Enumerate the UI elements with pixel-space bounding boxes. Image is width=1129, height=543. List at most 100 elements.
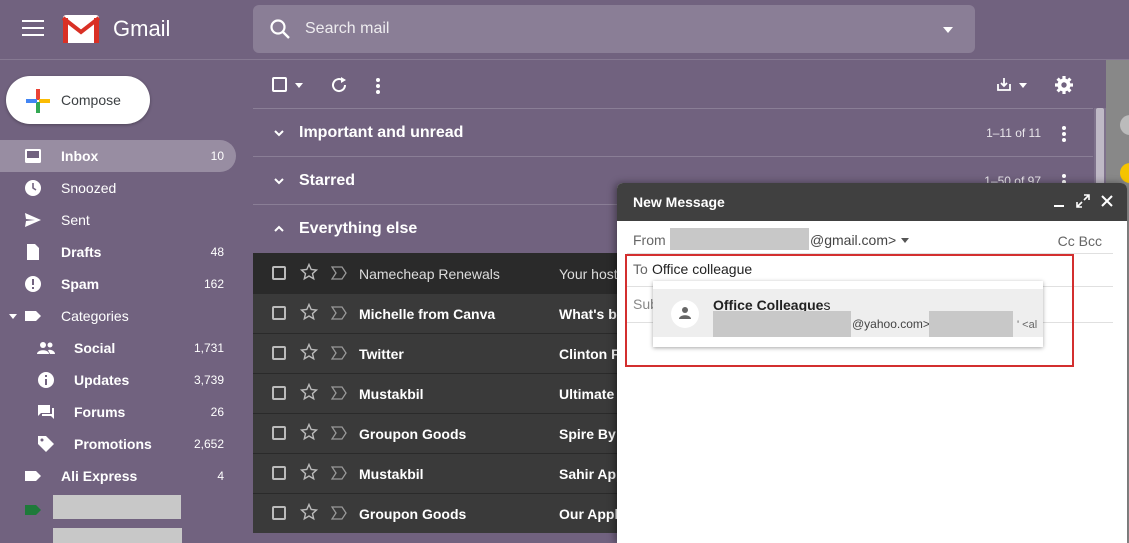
email-sender: Michelle from Canva [359, 306, 496, 322]
email-sender: Mustakbil [359, 466, 424, 482]
email-subject: Sahir App [559, 466, 625, 482]
sidebar-item-social[interactable]: Social 1,731 [0, 332, 236, 364]
email-sender: Groupon Goods [359, 506, 467, 522]
input-tools-caret-icon[interactable] [1019, 83, 1027, 88]
sidebar-item-label: Drafts [61, 244, 102, 260]
sidebar-item-promotions[interactable]: Promotions 2,652 [0, 428, 236, 460]
refresh-icon[interactable] [330, 76, 348, 94]
compose-window: New Message From @gmail.com> Cc Bcc To S… [617, 183, 1127, 543]
star-icon[interactable] [300, 503, 318, 521]
gmail-logo-icon[interactable] [62, 14, 100, 44]
plus-icon [26, 89, 50, 113]
search-input[interactable] [305, 17, 905, 41]
email-subject: Ultimate [559, 386, 615, 402]
sidebar-item-label: Spam [61, 276, 100, 292]
social-count: 1,731 [193, 341, 224, 355]
row-checkbox[interactable] [272, 266, 286, 280]
gear-icon[interactable] [1054, 75, 1074, 95]
from-email[interactable]: @gmail.com> [810, 232, 896, 248]
from-caret-icon[interactable] [901, 238, 909, 243]
minimize-icon[interactable] [1052, 194, 1066, 208]
select-all-checkbox[interactable] [272, 77, 287, 92]
sidebar-item-label: Snoozed [61, 180, 117, 196]
importance-marker-icon[interactable] [331, 426, 347, 440]
row-checkbox[interactable] [272, 506, 286, 520]
importance-marker-icon[interactable] [331, 346, 347, 360]
chevron-up-icon[interactable] [273, 223, 285, 235]
email-toolbar [253, 64, 1093, 108]
close-icon[interactable] [1100, 194, 1114, 208]
send-icon [25, 213, 41, 227]
expand-arrow-icon[interactable] [9, 314, 17, 319]
sidebar-item-drafts[interactable]: Drafts 48 [0, 236, 236, 268]
section-options-icon[interactable] [1062, 126, 1066, 144]
people-icon [37, 342, 55, 354]
sidebar-item-ali-express[interactable]: Ali Express 4 [0, 460, 236, 492]
forums-count: 26 [210, 405, 224, 419]
star-icon[interactable] [300, 383, 318, 401]
row-checkbox[interactable] [272, 426, 286, 440]
search-icon[interactable] [269, 18, 291, 40]
section-important-unread[interactable]: Important and unread 1–11 of 11 [253, 108, 1093, 156]
spam-count: 162 [203, 277, 224, 291]
more-options-icon[interactable] [376, 78, 380, 96]
star-icon[interactable] [300, 463, 318, 481]
tag-icon [38, 436, 54, 452]
row-checkbox[interactable] [272, 306, 286, 320]
clock-icon [25, 180, 41, 196]
importance-marker-icon[interactable] [331, 306, 347, 320]
search-bar [253, 5, 975, 53]
updates-count: 3,739 [193, 373, 224, 387]
row-checkbox[interactable] [272, 466, 286, 480]
compose-window-header[interactable]: New Message [617, 183, 1127, 221]
search-options-caret-icon[interactable] [943, 27, 953, 33]
sidebar-item-label: Social [74, 340, 116, 356]
select-options-caret-icon[interactable] [295, 83, 303, 88]
input-tools-icon[interactable] [994, 75, 1014, 95]
forum-icon [38, 405, 54, 419]
cc-bcc-link[interactable]: Cc Bcc [1058, 233, 1102, 249]
highlight-box [625, 254, 1074, 367]
star-icon[interactable] [300, 423, 318, 441]
ali-express-count: 4 [217, 469, 224, 483]
sidebar-item-label: Forums [74, 404, 126, 420]
promotions-count: 2,652 [193, 437, 224, 451]
importance-marker-icon[interactable] [331, 386, 347, 400]
compose-window-title: New Message [633, 194, 725, 210]
star-icon[interactable] [300, 343, 318, 361]
importance-marker-icon[interactable] [331, 506, 347, 520]
sidebar-item-inbox[interactable]: Inbox 10 [0, 140, 236, 172]
sidebar-item-updates[interactable]: Updates 3,739 [0, 364, 236, 396]
expand-icon[interactable] [1076, 194, 1090, 208]
redacted-sender-name [670, 228, 809, 250]
sidebar-item-spam[interactable]: Spam 162 [0, 268, 236, 300]
sidebar-item-forums[interactable]: Forums 26 [0, 396, 236, 428]
row-checkbox[interactable] [272, 386, 286, 400]
row-checkbox[interactable] [272, 346, 286, 360]
importance-marker-icon[interactable] [331, 266, 347, 280]
email-sender: Mustakbil [359, 386, 424, 402]
email-sender: Twitter [359, 346, 404, 362]
draft-count: 48 [210, 245, 224, 259]
importance-marker-icon[interactable] [331, 466, 347, 480]
chevron-down-icon[interactable] [273, 127, 285, 139]
main-menu-icon[interactable] [22, 20, 44, 38]
label-icon [25, 471, 41, 481]
label-icon [25, 505, 41, 515]
draft-icon [27, 244, 39, 260]
redacted-label [53, 528, 182, 543]
star-icon[interactable] [300, 303, 318, 321]
star-icon[interactable] [300, 263, 318, 281]
sidebar-item-snoozed[interactable]: Snoozed [0, 172, 236, 204]
email-subject: Clinton F [559, 346, 620, 362]
scrollbar-thumb[interactable] [1096, 108, 1104, 188]
email-subject: What's be [559, 306, 625, 322]
sidebar-item-label: Updates [74, 372, 130, 388]
compose-button[interactable]: Compose [6, 76, 150, 124]
info-icon [38, 372, 54, 388]
section-title: Everything else [299, 220, 418, 237]
label-icon [25, 311, 41, 321]
sidebar-item-categories[interactable]: Categories [0, 300, 236, 332]
sidebar-item-sent[interactable]: Sent [0, 204, 236, 236]
chevron-down-icon[interactable] [273, 175, 285, 187]
